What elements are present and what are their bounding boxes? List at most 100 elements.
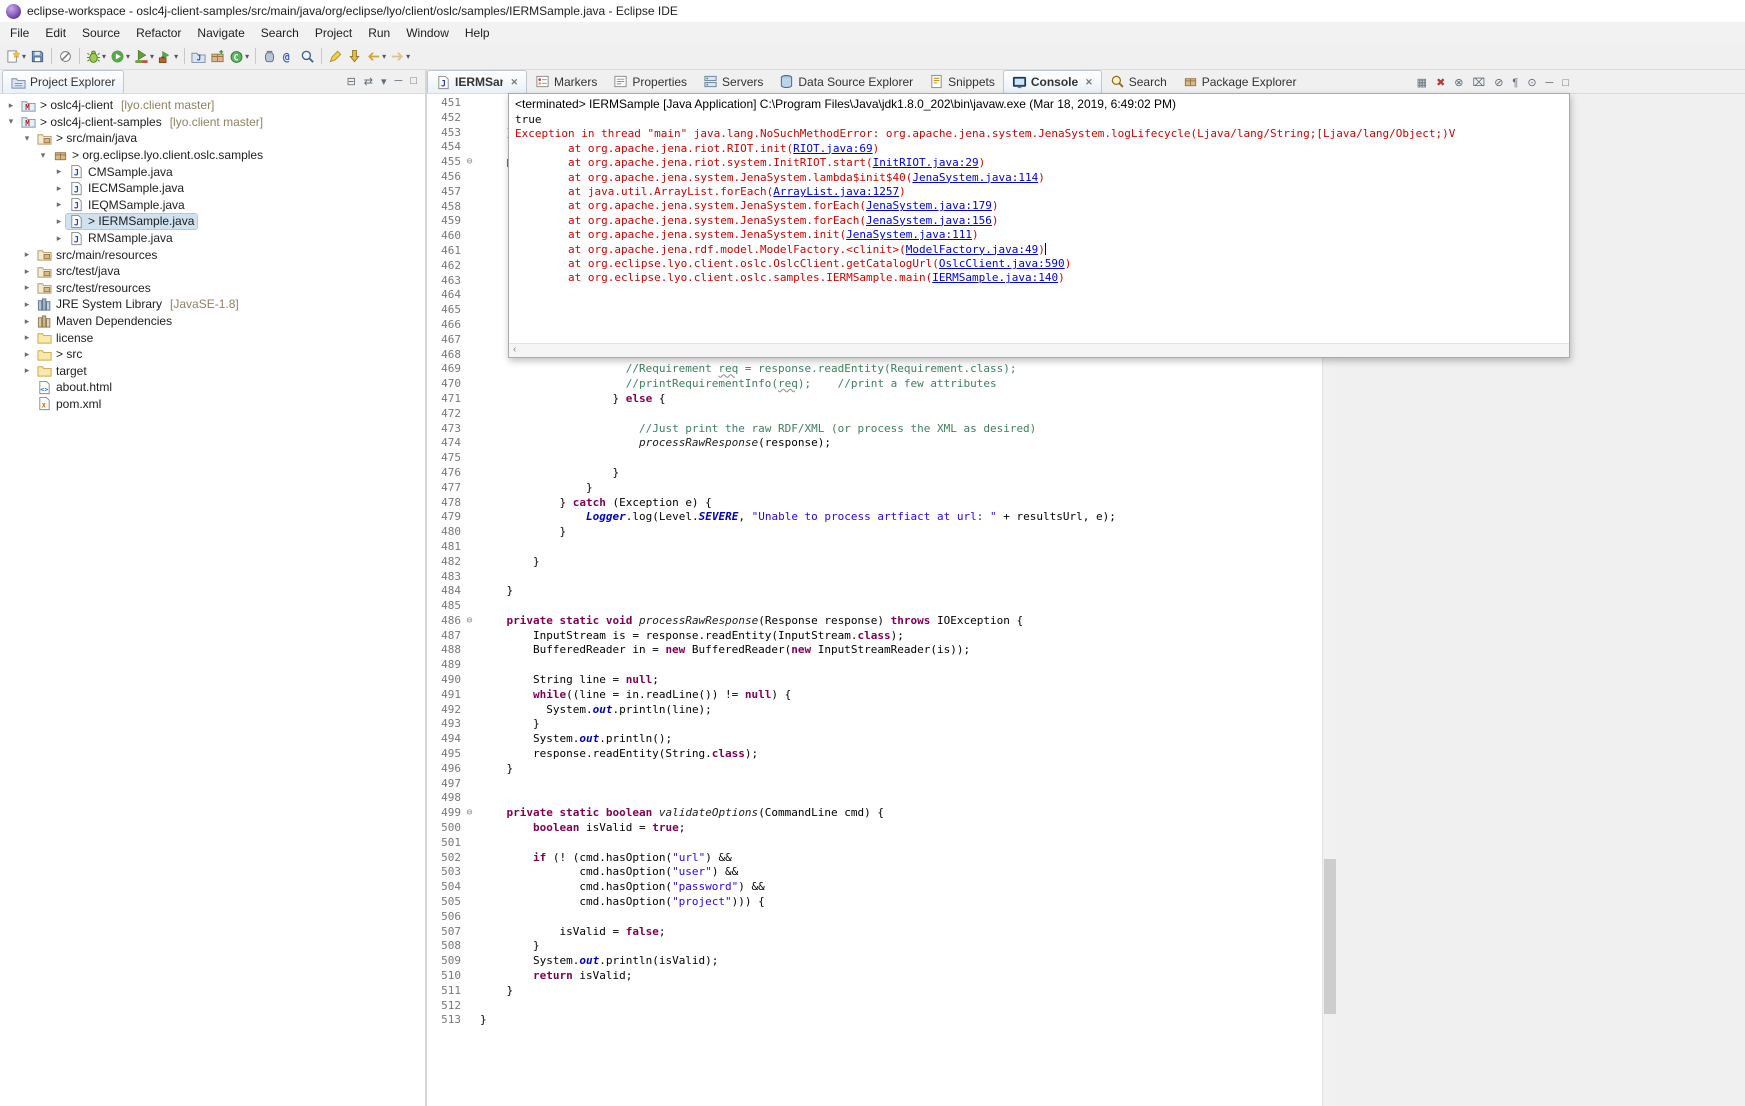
back-button[interactable]: ▾ [364,45,388,67]
menu-window[interactable]: Window [398,24,457,42]
tab-project-explorer[interactable]: Project Explorer [2,70,124,93]
console-hscrollbar[interactable]: ‹ [509,343,1569,357]
skip-breakpoints-button[interactable] [56,45,75,67]
dropdown-arrow-icon[interactable]: ▾ [174,52,178,61]
chevron-collapsed-icon[interactable]: ▸ [52,216,66,227]
tree-item[interactable]: ▾M> oslc4j-client-samples[lyo.client mas… [0,114,425,131]
search-button[interactable] [298,45,317,67]
stack-trace-link[interactable]: InitRIOT.java:29 [873,156,979,169]
maximize-icon[interactable]: □ [1562,77,1569,89]
tree-item[interactable]: ▾> src/main/java [0,130,425,147]
stack-trace-link[interactable]: ModelFactory.java:49 [906,243,1038,256]
stack-trace-link[interactable]: JenaSystem.java:179 [866,199,992,212]
chevron-collapsed-icon[interactable]: ▸ [52,183,66,194]
tree-item[interactable]: ▸Maven Dependencies [0,313,425,330]
tree-item[interactable]: ▸J> IERMSample.java [0,213,425,230]
stack-trace-link[interactable]: OslcClient.java:590 [939,257,1065,270]
dropdown-arrow-icon[interactable]: ▾ [382,52,386,61]
chevron-collapsed-icon[interactable]: ▸ [20,299,34,310]
chevron-collapsed-icon[interactable]: ▸ [20,316,34,327]
menu-file[interactable]: File [2,24,37,42]
open-console-icon[interactable]: ▦ [1417,76,1427,89]
tree-item[interactable]: ▸src/main/resources [0,246,425,263]
chevron-expanded-icon[interactable]: ▾ [4,116,18,127]
scroll-lock-icon[interactable]: ⊘ [1494,76,1503,89]
tree-item[interactable]: ▸M> oslc4j-client[lyo.client master] [0,97,425,114]
scrollbar-thumb[interactable] [1324,859,1336,1014]
minimize-icon[interactable]: ─ [1546,77,1554,89]
last-edit-location-button[interactable] [345,45,364,67]
tab-search[interactable]: Search [1102,70,1175,93]
jar-button[interactable] [260,45,279,67]
dropdown-arrow-icon[interactable]: ▾ [102,52,106,61]
tab-data-source-explorer[interactable]: Data Source Explorer [771,70,921,93]
tab-snippets[interactable]: Snippets [921,70,1003,93]
tree-item[interactable]: ▸JRMSample.java [0,230,425,247]
fold-marker-icon[interactable]: ⊖ [463,155,476,170]
chevron-collapsed-icon[interactable]: ▸ [20,332,34,343]
clear-console-icon[interactable]: ⌧ [1473,76,1486,89]
chevron-collapsed-icon[interactable]: ▸ [20,249,34,260]
javadoc-button[interactable]: @ [279,45,298,67]
dropdown-arrow-icon[interactable]: ▾ [126,52,130,61]
dropdown-arrow-icon[interactable]: ▾ [245,52,249,61]
stack-trace-link[interactable]: JenaSystem.java:111 [846,228,972,241]
tab-console[interactable]: Console✕ [1003,70,1102,93]
tree-item[interactable]: ▸src/test/resources [0,280,425,297]
stack-trace-link[interactable]: ArrayList.java:1257 [773,185,899,198]
stack-trace-link[interactable]: IERMSample.java:140 [932,271,1058,284]
forward-button[interactable]: ▾ [388,45,412,67]
maximize-icon[interactable]: □ [410,75,417,88]
chevron-collapsed-icon[interactable]: ▸ [20,266,34,277]
scroll-left-arrow-icon[interactable]: ‹ [513,344,516,355]
fold-marker-icon[interactable]: ⊖ [463,806,476,821]
stack-trace-link[interactable]: JenaSystem.java:114 [912,171,1038,184]
menu-refactor[interactable]: Refactor [128,24,189,42]
new-class-button[interactable]: C▾ [227,45,251,67]
tree-item[interactable]: ▸license [0,329,425,346]
tree-item[interactable]: ▸JCMSample.java [0,163,425,180]
tab-properties[interactable]: Properties [605,70,695,93]
menu-navigate[interactable]: Navigate [189,24,252,42]
close-icon[interactable]: ✕ [1085,77,1093,88]
tab-markers[interactable]: Markers [527,70,605,93]
console-output[interactable]: trueException in thread "main" java.lang… [509,113,1569,286]
chevron-collapsed-icon[interactable]: ▸ [52,166,66,177]
chevron-collapsed-icon[interactable]: ▸ [4,100,18,111]
dropdown-arrow-icon[interactable]: ▾ [406,52,410,61]
chevron-collapsed-icon[interactable]: ▸ [20,349,34,360]
stack-trace-link[interactable]: RIOT.java:69 [793,142,872,155]
coverage-button[interactable]: ▾ [132,45,156,67]
menu-run[interactable]: Run [360,24,398,42]
tab-package-explorer[interactable]: Package Explorer [1175,70,1305,93]
close-icon[interactable]: ✕ [510,77,518,88]
new-wizard-button[interactable]: ▾ [4,45,28,67]
tree-item[interactable]: xpom.xml [0,396,425,413]
menu-source[interactable]: Source [74,24,128,42]
external-tools-button[interactable]: ▾ [156,45,180,67]
dropdown-arrow-icon[interactable]: ▾ [22,52,26,61]
tree-item[interactable]: ▸JRE System Library[JavaSE-1.8] [0,296,425,313]
tree-item[interactable]: ▸src/test/java [0,263,425,280]
menu-search[interactable]: Search [253,24,307,42]
dropdown-arrow-icon[interactable]: ▾ [150,52,154,61]
tree-item[interactable]: ▸JIECMSample.java [0,180,425,197]
tab-servers[interactable]: Servers [695,70,771,93]
menu-project[interactable]: Project [307,24,360,42]
new-java-project-button[interactable]: J [189,45,208,67]
collapse-all-icon[interactable]: ⊟ [347,75,356,88]
pin-console-icon[interactable]: ⊙ [1527,76,1536,89]
word-wrap-icon[interactable]: ¶ [1512,77,1518,89]
link-with-editor-icon[interactable]: ⇄ [364,75,373,88]
view-menu-icon[interactable]: ▾ [381,75,387,88]
save-button[interactable] [28,45,47,67]
chevron-collapsed-icon[interactable]: ▸ [52,233,66,244]
chevron-collapsed-icon[interactable]: ▸ [20,282,34,293]
chevron-collapsed-icon[interactable]: ▸ [20,365,34,376]
tree-item[interactable]: ▸target [0,363,425,380]
debug-button[interactable]: ▾ [84,45,108,67]
mark-occurrences-button[interactable] [326,45,345,67]
tab-editor-iermsample[interactable]: J IERMSample.java ✕ [427,70,527,93]
chevron-expanded-icon[interactable]: ▾ [20,133,34,144]
tree-item[interactable]: ▸> src [0,346,425,363]
